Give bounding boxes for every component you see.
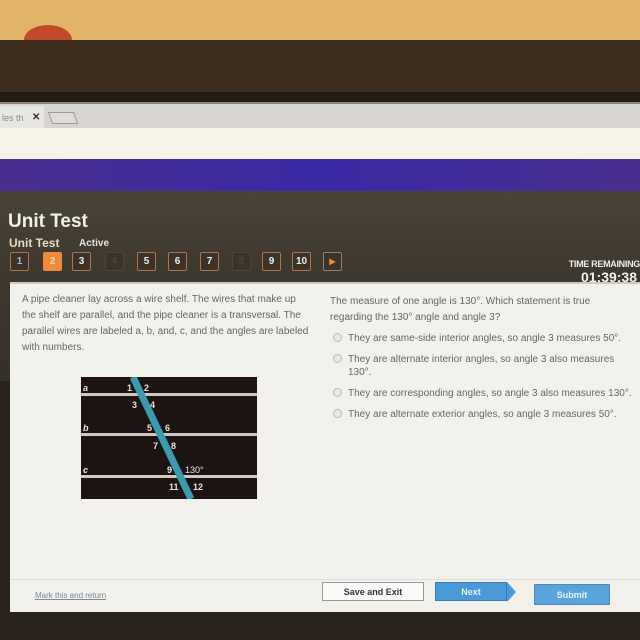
angle-label: 9 xyxy=(167,465,172,475)
wire-label: b xyxy=(83,423,89,433)
radio-button[interactable] xyxy=(333,409,342,418)
option-text: They are corresponding angles, so angle … xyxy=(348,388,632,399)
transversal-diagram: a b c 1 2 3 4 5 6 7 8 9 130° 11 12 xyxy=(81,375,257,501)
browser-tab[interactable]: les th ✕ xyxy=(0,106,44,130)
angle-label: 5 xyxy=(147,423,152,433)
footer-divider xyxy=(10,579,640,580)
option-text: They are alternate exterior angles, so a… xyxy=(348,409,617,420)
answer-option[interactable]: They are alternate exterior angles, so a… xyxy=(332,408,632,421)
wire-a xyxy=(81,393,257,396)
question-passage: A pipe cleaner lay across a wire shelf. … xyxy=(22,294,309,353)
question-5-button[interactable]: 5 xyxy=(137,252,156,271)
address-bar[interactable] xyxy=(0,128,640,162)
monitor-bezel xyxy=(0,40,640,100)
tab-title: les th xyxy=(2,113,24,123)
angle-label: 130° xyxy=(185,465,204,475)
angle-label: 4 xyxy=(150,400,155,410)
option-text: They are alternate interior angles, so a… xyxy=(348,354,615,378)
question-4-button: 4 xyxy=(105,252,124,271)
answer-option[interactable]: They are corresponding angles, so angle … xyxy=(332,387,632,400)
radio-button[interactable] xyxy=(333,354,342,363)
mark-and-return-link[interactable]: Mark this and return xyxy=(35,591,106,600)
background-wall xyxy=(0,0,640,55)
wire-b xyxy=(81,433,257,436)
question-prompt: The measure of one angle is 130°. Which … xyxy=(330,296,591,323)
next-arrow-tip[interactable] xyxy=(507,582,516,602)
answer-option[interactable]: They are same-side interior angles, so a… xyxy=(332,332,632,345)
angle-label: 3 xyxy=(132,400,137,410)
question-7-button[interactable]: 7 xyxy=(200,252,219,271)
browser-tab-bar: les th ✕ xyxy=(0,102,640,130)
save-and-exit-button[interactable]: Save and Exit xyxy=(322,582,424,601)
wire-label: a xyxy=(83,383,88,393)
next-button[interactable]: Next xyxy=(435,582,507,601)
question-8-button: 8 xyxy=(232,252,251,271)
close-icon[interactable]: ✕ xyxy=(32,112,40,123)
radio-button[interactable] xyxy=(333,388,342,397)
angle-label: 6 xyxy=(165,423,170,433)
angle-label: 1 xyxy=(127,383,132,393)
wire-c xyxy=(81,475,257,478)
angle-label: 11 xyxy=(169,482,179,492)
question-10-button[interactable]: 10 xyxy=(292,252,311,271)
angle-label: 2 xyxy=(144,383,149,393)
new-tab-button[interactable] xyxy=(47,112,79,124)
question-3-button[interactable]: 3 xyxy=(72,252,91,271)
test-subtitle: Unit Test xyxy=(9,236,60,250)
radio-button[interactable] xyxy=(333,333,342,342)
answer-options: They are same-side interior angles, so a… xyxy=(332,332,632,429)
answer-option[interactable]: They are alternate interior angles, so a… xyxy=(332,353,632,379)
question-2-button[interactable]: 2 xyxy=(43,252,62,271)
option-text: They are same-side interior angles, so a… xyxy=(348,333,622,344)
diagram-svg: a b c 1 2 3 4 5 6 7 8 9 130° 11 12 xyxy=(81,375,257,501)
question-9-button[interactable]: 9 xyxy=(262,252,281,271)
angle-label: 12 xyxy=(193,482,203,492)
angle-label: 7 xyxy=(153,441,158,451)
screen: les th ✕ Unit Test Unit Test Active 1234… xyxy=(0,100,640,640)
question-6-button[interactable]: 6 xyxy=(168,252,187,271)
angle-label: 8 xyxy=(171,441,176,451)
next-question-arrow-icon[interactable]: ▶ xyxy=(323,252,342,271)
timer-label: TIME REMAINING xyxy=(568,259,640,269)
submit-button[interactable]: Submit xyxy=(534,584,610,605)
status-label: Active xyxy=(79,238,110,249)
question-panel: A pipe cleaner lay across a wire shelf. … xyxy=(10,282,640,612)
site-banner xyxy=(0,159,640,191)
page-title: Unit Test xyxy=(8,211,88,232)
question-1-button[interactable]: 1 xyxy=(10,252,29,271)
monitor-bezel-bottom xyxy=(0,612,640,640)
wire-label: c xyxy=(83,465,88,475)
